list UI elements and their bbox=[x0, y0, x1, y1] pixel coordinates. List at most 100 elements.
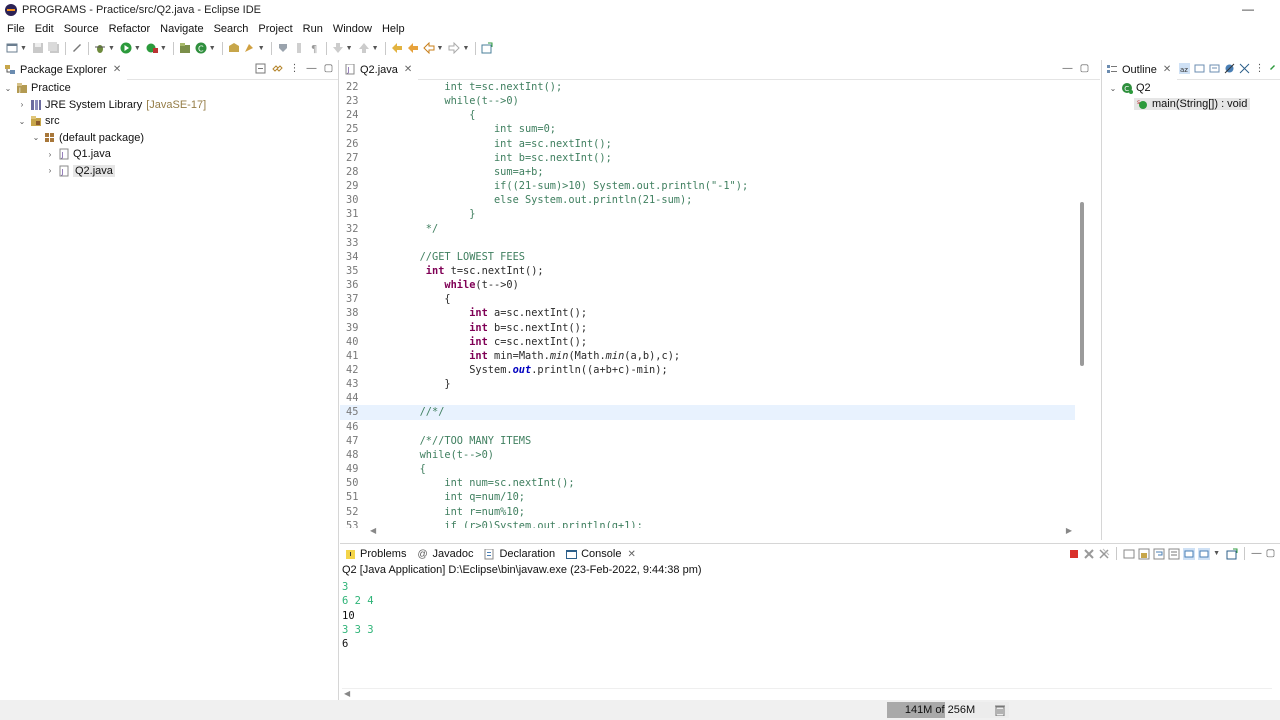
menu-file[interactable]: File bbox=[4, 23, 30, 35]
terminate-icon[interactable] bbox=[1068, 548, 1080, 560]
code-text-area[interactable]: 22 int t=sc.nextInt(); 23 while(t-->0) 24 … bbox=[340, 80, 1100, 528]
heap-status[interactable]: 141M of 256M bbox=[887, 702, 1009, 718]
open-console-icon[interactable] bbox=[1226, 548, 1238, 560]
last-edit-icon[interactable] bbox=[391, 42, 403, 54]
print-icon[interactable] bbox=[71, 42, 83, 54]
open-type-icon[interactable] bbox=[228, 42, 240, 54]
garbage-collect-icon[interactable] bbox=[995, 704, 1005, 717]
hide-nonpublic-icon[interactable] bbox=[1224, 63, 1235, 74]
code-line[interactable]: 52 int r=num%10; bbox=[340, 505, 1075, 519]
minimize-window-button[interactable]: — bbox=[1242, 2, 1254, 16]
new-java-project-icon[interactable] bbox=[179, 42, 191, 54]
close-icon[interactable]: ✕ bbox=[1163, 64, 1171, 75]
code-line[interactable]: 45 //*/ bbox=[340, 405, 1075, 420]
tree-item-default-package[interactable]: ⌄ (default package) bbox=[0, 130, 338, 147]
pin-console-icon[interactable] bbox=[1183, 547, 1196, 560]
menu-help[interactable]: Help bbox=[377, 23, 410, 35]
code-line[interactable]: 49 { bbox=[340, 462, 1075, 476]
menu-navigate[interactable]: Navigate bbox=[155, 23, 208, 35]
code-line[interactable]: 29 if((21-sum)>10) System.out.println("-… bbox=[340, 179, 1075, 193]
new-icon[interactable] bbox=[6, 42, 18, 54]
maximize-view-icon[interactable]: ▢ bbox=[1265, 548, 1276, 559]
editor-vertical-scrollbar-thumb[interactable] bbox=[1080, 202, 1084, 366]
link-with-editor-icon[interactable] bbox=[272, 63, 283, 74]
chevron-down-icon[interactable]: ⌄ bbox=[17, 117, 27, 126]
console-horizontal-scrollbar[interactable]: ◀ bbox=[342, 688, 1272, 698]
chevron-right-icon[interactable]: › bbox=[17, 100, 27, 109]
tab-javadoc[interactable]: @ Javadoc bbox=[412, 544, 480, 564]
remove-all-terminated-icon[interactable] bbox=[1098, 548, 1110, 560]
code-line[interactable]: 41 int min=Math.min(Math.min(a,b),c); bbox=[340, 349, 1075, 363]
close-icon[interactable]: ✕ bbox=[404, 64, 412, 75]
back-icon[interactable] bbox=[407, 42, 419, 54]
code-line[interactable]: 40 int c=sc.nextInt(); bbox=[340, 335, 1075, 349]
code-line[interactable]: 48 while(t-->0) bbox=[340, 448, 1075, 462]
code-line[interactable]: 37 { bbox=[340, 292, 1075, 306]
chevron-down-icon[interactable]: ▼ bbox=[462, 45, 469, 52]
chevron-down-icon[interactable]: ▼ bbox=[346, 45, 353, 52]
code-line[interactable]: 25 int sum=0; bbox=[340, 122, 1075, 136]
chevron-down-icon[interactable]: ▼ bbox=[258, 45, 265, 52]
tab-problems[interactable]: Problems bbox=[340, 544, 413, 564]
link-editor-icon[interactable] bbox=[1269, 63, 1280, 74]
collapse-all-icon[interactable] bbox=[255, 63, 266, 74]
chevron-right-icon[interactable]: › bbox=[45, 166, 55, 175]
run-icon[interactable] bbox=[120, 42, 132, 54]
chevron-down-icon[interactable]: ▼ bbox=[20, 45, 27, 52]
show-on-output-icon[interactable] bbox=[1168, 548, 1180, 560]
outline-method-selected[interactable]: s main(String[]) : void bbox=[1134, 98, 1251, 110]
tree-item-jre-library[interactable]: › JRE System Library [JavaSE-17] bbox=[0, 97, 338, 114]
code-line[interactable]: 32 */ bbox=[340, 222, 1075, 236]
code-line[interactable]: 30 else System.out.println(21-sum); bbox=[340, 193, 1075, 207]
chevron-down-icon[interactable]: ▼ bbox=[437, 45, 444, 52]
chevron-down-icon[interactable]: ⌄ bbox=[31, 133, 41, 142]
forward-icon[interactable] bbox=[448, 42, 461, 54]
tree-item-src[interactable]: ⌄ src bbox=[0, 113, 338, 130]
scroll-right-icon[interactable]: ▶ bbox=[1066, 526, 1072, 535]
tab-declaration[interactable]: Declaration bbox=[479, 544, 562, 564]
editor-horizontal-scrollbar[interactable]: ◀ ▶ bbox=[370, 526, 1072, 536]
chevron-down-icon[interactable]: ▼ bbox=[134, 45, 141, 52]
minimize-view-icon[interactable]: — bbox=[1062, 63, 1073, 74]
code-line[interactable]: 38 int a=sc.nextInt(); bbox=[340, 306, 1075, 320]
debug-icon[interactable] bbox=[94, 42, 106, 54]
chevron-down-icon[interactable]: ▼ bbox=[108, 45, 115, 52]
search-icon[interactable] bbox=[244, 42, 256, 54]
remove-launch-icon[interactable] bbox=[1083, 548, 1095, 560]
code-line[interactable]: 34 //GET LOWEST FEES bbox=[340, 250, 1075, 264]
code-line[interactable]: 42 System.out.println((a+b+c)-min); bbox=[340, 363, 1075, 377]
clear-console-icon[interactable] bbox=[1123, 548, 1135, 560]
menu-source[interactable]: Source bbox=[59, 23, 104, 35]
tree-item-q2-java[interactable]: › J Q2.java bbox=[0, 163, 338, 180]
toggle-breadcrumb-icon[interactable] bbox=[277, 42, 289, 54]
code-line[interactable]: 44 bbox=[340, 391, 1075, 405]
menu-project[interactable]: Project bbox=[253, 23, 297, 35]
code-line[interactable]: 24 { bbox=[340, 108, 1075, 122]
menu-run[interactable]: Run bbox=[298, 23, 328, 35]
close-icon[interactable]: ✕ bbox=[113, 64, 121, 75]
chevron-right-icon[interactable]: › bbox=[45, 150, 55, 159]
menu-window[interactable]: Window bbox=[328, 23, 377, 35]
tab-package-explorer[interactable]: Package Explorer ✕ bbox=[0, 59, 128, 80]
minimize-view-icon[interactable]: — bbox=[306, 63, 317, 74]
outline-class-item[interactable]: ⌄ C Q2 bbox=[1108, 80, 1151, 96]
menu-edit[interactable]: Edit bbox=[30, 23, 59, 35]
chevron-down-icon[interactable]: ▼ bbox=[209, 45, 216, 52]
save-icon[interactable] bbox=[32, 42, 44, 54]
mark-occurrences-icon[interactable] bbox=[293, 42, 305, 54]
code-line[interactable]: 46 bbox=[340, 420, 1075, 434]
maximize-view-icon[interactable]: ▢ bbox=[1079, 63, 1090, 74]
tree-item-q1-java[interactable]: › J Q1.java bbox=[0, 146, 338, 163]
code-line[interactable]: 35 int t=sc.nextInt(); bbox=[340, 264, 1075, 278]
maximize-view-icon[interactable]: ▢ bbox=[323, 63, 334, 74]
display-console-icon[interactable] bbox=[1198, 547, 1211, 560]
annotation-prev-icon[interactable] bbox=[358, 42, 370, 54]
hide-fields-icon[interactable] bbox=[1194, 63, 1205, 74]
code-line[interactable]: 36 while(t-->0) bbox=[340, 278, 1075, 292]
code-line[interactable]: 28 sum=a+b; bbox=[340, 165, 1075, 179]
chevron-down-icon[interactable]: ⌄ bbox=[3, 84, 13, 93]
menu-refactor[interactable]: Refactor bbox=[104, 23, 156, 35]
sort-icon[interactable]: az bbox=[1179, 63, 1190, 74]
tab-console[interactable]: Console ✕ bbox=[561, 544, 642, 564]
outline-method-item[interactable]: s main(String[]) : void bbox=[1134, 96, 1251, 112]
